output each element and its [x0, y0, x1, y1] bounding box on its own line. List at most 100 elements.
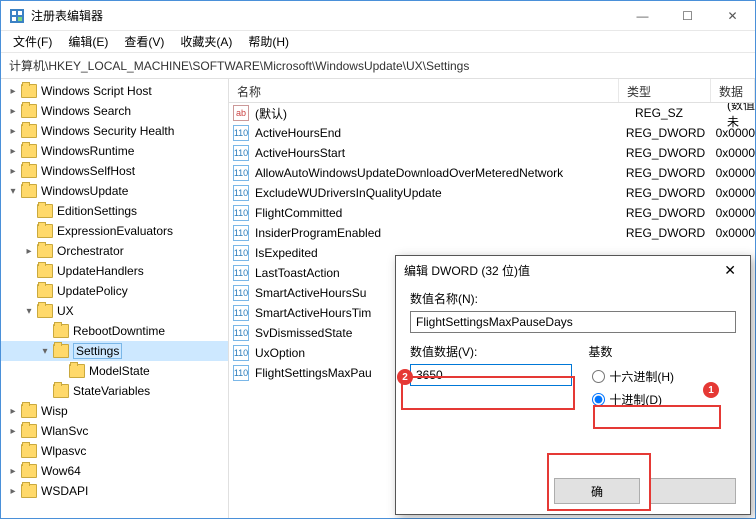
folder-icon — [53, 324, 69, 338]
tree-node[interactable]: ▾WindowsUpdate — [1, 181, 228, 201]
tree-node[interactable]: ExpressionEvaluators — [1, 221, 228, 241]
expander-icon[interactable]: ▸ — [7, 486, 19, 497]
menu-favorites[interactable]: 收藏夹(A) — [172, 31, 240, 52]
col-header-type[interactable]: 类型 — [619, 79, 711, 102]
expander-icon[interactable]: ▸ — [7, 426, 19, 437]
tree-node-label: StateVariables — [73, 384, 150, 398]
value-data-label: 数值数据(V): — [410, 343, 572, 360]
tree-node[interactable]: ▸ Wow64 — [1, 461, 228, 481]
tree-node[interactable]: RebootDowntime — [1, 321, 228, 341]
tree-node[interactable]: ▸Windows Script Host — [1, 81, 228, 101]
tree-node[interactable]: ▸ WlanSvc — [1, 421, 228, 441]
tree-node-label: WindowsRuntime — [41, 144, 134, 158]
tree-node[interactable]: ▸Windows Search — [1, 101, 228, 121]
tree-node-label: Settings — [73, 343, 122, 359]
list-row[interactable]: 110AllowAutoWindowsUpdateDownloadOverMet… — [229, 163, 755, 183]
dword-value-icon: 110 — [233, 325, 249, 341]
menu-edit[interactable]: 编辑(E) — [60, 31, 116, 52]
folder-icon — [37, 284, 53, 298]
address-path: 计算机\HKEY_LOCAL_MACHINE\SOFTWARE\Microsof… — [9, 57, 469, 74]
tree-node[interactable]: ▸ Windows Security Health — [1, 121, 228, 141]
tree-node[interactable]: EditionSettings — [1, 201, 228, 221]
value-name-field[interactable] — [410, 311, 736, 333]
dialog-cancel-button[interactable] — [650, 478, 736, 504]
dword-value-icon: 110 — [233, 145, 249, 161]
close-icon: ✕ — [727, 9, 737, 23]
dword-value-icon: 110 — [233, 225, 249, 241]
value-name: AllowAutoWindowsUpdateDownloadOverMetere… — [255, 166, 626, 180]
maximize-icon: ☐ — [682, 9, 693, 23]
expander-icon[interactable]: ▸ — [7, 126, 19, 137]
radio-dec[interactable]: 十进制(D) — [592, 391, 736, 408]
close-button[interactable]: ✕ — [710, 1, 755, 31]
expander-icon[interactable]: ▾ — [7, 186, 19, 197]
address-bar[interactable]: 计算机\HKEY_LOCAL_MACHINE\SOFTWARE\Microsof… — [1, 53, 755, 79]
col-header-data[interactable]: 数据 — [711, 79, 755, 102]
tree-node-label: WlanSvc — [41, 424, 88, 438]
tree-node[interactable]: ▸Wisp — [1, 401, 228, 421]
list-row[interactable]: 110InsiderProgramEnabledREG_DWORD0x0000 — [229, 223, 755, 243]
folder-icon — [21, 124, 37, 138]
expander-icon[interactable]: ▸ — [7, 166, 19, 177]
value-data-field[interactable] — [410, 364, 572, 386]
tree-node[interactable]: ▾ Settings — [1, 341, 228, 361]
expander-icon[interactable]: ▸ — [7, 146, 19, 157]
expander-icon[interactable]: ▸ — [23, 246, 35, 257]
dialog-titlebar[interactable]: 编辑 DWORD (32 位)值 ✕ — [396, 256, 750, 284]
dialog-close-button[interactable]: ✕ — [718, 262, 742, 279]
list-row[interactable]: ab(默认)REG_SZ(数值未 — [229, 103, 755, 123]
value-name: ActiveHoursStart — [255, 146, 626, 160]
tree-pane[interactable]: ▸Windows Script Host▸Windows Search▸Wind… — [1, 79, 229, 518]
tree-node[interactable]: UpdatePolicy — [1, 281, 228, 301]
expander-icon[interactable]: ▸ — [7, 106, 19, 117]
list-row[interactable]: 110ExcludeWUDriversInQualityUpdateREG_DW… — [229, 183, 755, 203]
tree-node[interactable]: Wlpasvc — [1, 441, 228, 461]
menu-help[interactable]: 帮助(H) — [240, 31, 297, 52]
value-name: (默认) — [255, 105, 635, 122]
tree-node[interactable]: ▾UX — [1, 301, 228, 321]
list-row[interactable]: 110ActiveHoursEndREG_DWORD0x0000 — [229, 123, 755, 143]
dialog-title: 编辑 DWORD (32 位)值 — [404, 262, 530, 279]
title-bar: 注册表编辑器 — ☐ ✕ — [1, 1, 755, 31]
expander-icon[interactable]: ▸ — [7, 466, 19, 477]
radio-dec-input[interactable] — [592, 393, 605, 406]
maximize-button[interactable]: ☐ — [665, 1, 710, 31]
folder-icon — [53, 384, 69, 398]
list-row[interactable]: 110ActiveHoursStartREG_DWORD0x0000 — [229, 143, 755, 163]
expander-icon[interactable]: ▸ — [7, 86, 19, 97]
expander-icon[interactable]: ▸ — [7, 406, 19, 417]
tree-node[interactable]: ▸Orchestrator — [1, 241, 228, 261]
tree-node[interactable]: ModelState — [1, 361, 228, 381]
expander-icon[interactable]: ▾ — [39, 346, 51, 357]
dword-value-icon: 110 — [233, 125, 249, 141]
folder-icon — [37, 264, 53, 278]
expander-icon[interactable]: ▾ — [23, 306, 35, 317]
tree-node[interactable]: ▸WSDAPI — [1, 481, 228, 501]
radio-hex-input[interactable] — [592, 370, 605, 383]
tree-node-label: Windows Security Health — [41, 124, 174, 138]
value-data: 0x0000 — [716, 126, 755, 140]
tree-node-label: RebootDowntime — [73, 324, 165, 338]
dialog-ok-button[interactable]: 确 — [554, 478, 640, 504]
radio-hex[interactable]: 十六进制(H) — [592, 368, 736, 385]
list-row[interactable]: 110FlightCommittedREG_DWORD0x0000 — [229, 203, 755, 223]
folder-icon — [21, 184, 37, 198]
dword-value-icon: 110 — [233, 185, 249, 201]
tree-node-label: Wow64 — [41, 464, 81, 478]
minimize-button[interactable]: — — [620, 1, 665, 31]
tree-node[interactable]: ▸ WindowsRuntime — [1, 141, 228, 161]
tree-node[interactable]: ▸WindowsSelfHost — [1, 161, 228, 181]
menu-view[interactable]: 查看(V) — [116, 31, 172, 52]
tree-node[interactable]: StateVariables — [1, 381, 228, 401]
tree-node[interactable]: UpdateHandlers — [1, 261, 228, 281]
list-header: 名称 类型 数据 — [229, 79, 755, 103]
dword-value-icon: 110 — [233, 245, 249, 261]
value-type: REG_SZ — [635, 106, 727, 120]
col-header-name[interactable]: 名称 — [229, 79, 619, 102]
menu-file[interactable]: 文件(F) — [5, 31, 60, 52]
tree-node-label: UpdatePolicy — [57, 284, 128, 298]
value-type: REG_DWORD — [626, 206, 716, 220]
dialog-body: 数值名称(N): 数值数据(V): 基数 十六进制(H) 十进制(D) 确 — [396, 284, 750, 420]
folder-icon — [21, 404, 37, 418]
value-name: ActiveHoursEnd — [255, 126, 626, 140]
